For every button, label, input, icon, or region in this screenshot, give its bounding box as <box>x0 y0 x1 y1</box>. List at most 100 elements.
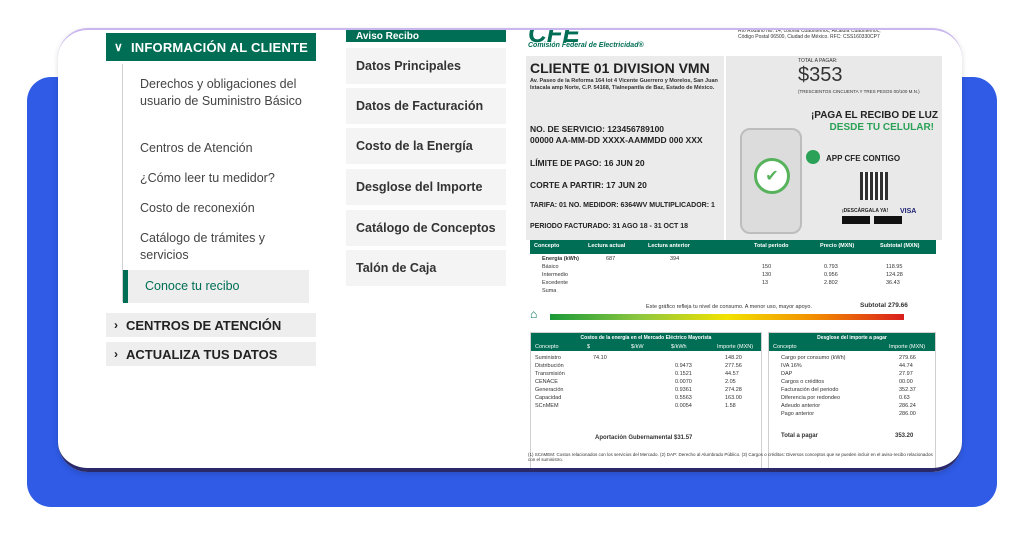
energy-table-header: Concepto Lectura actual Lectura anterior… <box>530 240 936 254</box>
col-subtotal: Subtotal (MXN) <box>880 243 920 249</box>
energy-row-concepto: Excedente <box>542 280 568 286</box>
costos-row-concepto: Suministro <box>535 355 561 361</box>
costos-row-kwh: 0.0070 <box>675 379 692 385</box>
desglose-row-concepto: Adeudo anterior <box>781 403 821 409</box>
visa-logo: VISA <box>900 208 917 215</box>
receipt-footnote: (1) SCnMEM: Costos relacionados con los … <box>528 452 933 462</box>
tab-datos-facturacion[interactable]: Datos de Facturación <box>346 88 506 126</box>
cfe-address: Río Ródano No. 14, colonia Cuauhtémoc, A… <box>738 28 881 40</box>
desglose-row-concepto: Pago anterior <box>781 411 815 417</box>
costos-row-importe: 277.56 <box>725 363 742 369</box>
desglose-col-importe: Importe (MXN) <box>889 344 926 350</box>
tab-datos-principales[interactable]: Datos Principales <box>346 48 506 86</box>
tab-catalogo-conceptos[interactable]: Catálogo de Conceptos <box>346 210 506 248</box>
house-icon: ⌂ <box>530 307 538 321</box>
energy-row-total: 150 <box>762 264 772 270</box>
desglose-row-importe: 44.74 <box>899 363 913 369</box>
desglose-row-concepto: Diferencia por redondeo <box>781 395 841 401</box>
subtotal-value: 279.66 <box>888 302 908 309</box>
col-concepto: Concepto <box>534 243 560 249</box>
desglose-row-importe: 279.66 <box>899 355 916 361</box>
promo-line-1: ¡PAGA EL RECIBO DE LUZ <box>810 110 938 121</box>
section-informacion-cliente[interactable]: ∨ INFORMACIÓN AL CLIENTE <box>106 33 316 61</box>
costos-row-importe: 274.28 <box>725 387 742 393</box>
tab-costo-energia[interactable]: Costo de la Energía <box>346 128 506 166</box>
sidebar-item-leer-medidor[interactable]: ¿Cómo leer tu medidor? <box>140 170 310 187</box>
aportacion-text: Aportación Gubernamental $31.57 <box>595 435 693 441</box>
desglose-row-concepto: Cargos o créditos <box>781 379 825 385</box>
energy-row-total: 130 <box>762 272 772 278</box>
content-card: ∨ INFORMACIÓN AL CLIENTE Derechos y obli… <box>58 28 962 472</box>
col-total-periodo: Total periodo <box>754 243 789 249</box>
sidebar-item-tramites[interactable]: Catálogo de trámites y servicios <box>140 230 310 264</box>
section-label: ACTUALIZA TUS DATOS <box>126 346 278 362</box>
grafico-text: Este gráfico refleja tu nivel de consumo… <box>646 304 813 310</box>
tarifa-medidor: TARIFA: 01 NO. MEDIDOR: 6364WV MULTIPLIC… <box>530 202 715 209</box>
costos-row-concepto: Generación <box>535 387 564 393</box>
desglose-panel: Desglose del importe a pagar Concepto Im… <box>768 332 936 470</box>
periodo-facturado: PERIODO FACTURADO: 31 AGO 18 - 31 OCT 18 <box>530 223 689 230</box>
costos-row-concepto: Transmisión <box>535 371 565 377</box>
energy-row-precio: 2.802 <box>824 280 838 286</box>
client-info-box: CLIENTE 01 DIVISION VMN Av. Paseo de la … <box>526 56 724 240</box>
desglose-header-row: Concepto Importe (MXN) <box>769 343 935 351</box>
energy-row-subtotal: 118.95 <box>886 264 903 270</box>
desglose-row-importe: 286.24 <box>899 403 916 409</box>
chevron-right-icon: › <box>114 347 118 361</box>
desglose-row-concepto: Facturación del periodo <box>781 387 839 393</box>
energy-row-actual: 687 <box>606 256 616 262</box>
costos-row-importe: 44.57 <box>725 371 739 377</box>
costos-row-importe: 148.20 <box>725 355 742 361</box>
energy-row-precio: 0.793 <box>824 264 838 270</box>
col-lectura-actual: Lectura actual <box>588 243 626 249</box>
col-lectura-anterior: Lectura anterior <box>648 243 690 249</box>
total-pagar-label: Total a pagar <box>781 433 818 439</box>
energy-row-concepto: Básico <box>542 264 559 270</box>
costos-row-importe: 1.58 <box>725 403 736 409</box>
descarga-text: ¡DESCÁRGALA YA! <box>842 208 889 214</box>
costos-row-kwh: 0.0054 <box>675 403 692 409</box>
phone-illustration: ✔ <box>740 128 802 234</box>
consumption-gradient-bar <box>550 314 904 320</box>
tab-aviso-recibo[interactable]: Aviso Recibo <box>346 28 506 44</box>
promo-line-2: DESDE TU CELULAR! <box>829 122 934 133</box>
energy-row-subtotal: 36.43 <box>886 280 900 286</box>
costos-row-concepto: Distribución <box>535 363 564 369</box>
costos-row-kwh: 0.9473 <box>675 363 692 369</box>
sidebar-item-conoce-recibo[interactable]: Conoce tu recibo <box>123 270 309 303</box>
sidebar-item-centros[interactable]: Centros de Atención <box>140 140 310 157</box>
corte-fecha: CORTE A PARTIR: 17 JUN 20 <box>530 180 647 190</box>
desglose-row-concepto: DAP <box>781 371 793 377</box>
sidebar-item-reconexion[interactable]: Costo de reconexión <box>140 200 310 217</box>
costos-panel: Costos de la energía en el Mercado Eléct… <box>530 332 762 470</box>
costos-col-concepto: Concepto <box>535 344 559 350</box>
energy-row-precio: 0.956 <box>824 272 838 278</box>
barcode-text: 00000 AA-MM-DD XXXX-AAMMDD 000 XXX <box>530 135 703 145</box>
costos-row-concepto: SCnMEM <box>535 403 559 409</box>
energy-row-anterior: 394 <box>670 256 680 262</box>
tab-desglose-importe[interactable]: Desglose del Importe <box>346 169 506 207</box>
section-label: INFORMACIÓN AL CLIENTE <box>130 39 308 55</box>
total-pagar-value: 353.20 <box>895 433 914 439</box>
section-actualiza-datos[interactable]: › ACTUALIZA TUS DATOS <box>106 342 316 366</box>
desglose-row-importe: 352.37 <box>899 387 916 393</box>
energy-row-concepto: Suma <box>542 288 557 294</box>
costos-row-kwh: 0.1521 <box>675 371 692 377</box>
app-name: APP CFE CONTIGO <box>826 154 901 163</box>
sidebar-item-derechos[interactable]: Derechos y obligaciones del usuario de S… <box>140 76 310 110</box>
costos-row-kwh: 0.5563 <box>675 395 692 401</box>
chevron-down-icon: ∨ <box>114 40 123 54</box>
costos-row-pesos: 74.10 <box>593 355 607 361</box>
qr-code-icon <box>860 172 888 200</box>
desglose-row-importe: 0.63 <box>899 395 910 401</box>
client-address: Av. Paseo de la Reforma 164 lot 4 Vicent… <box>530 78 718 91</box>
costos-col-kw: $/kW <box>631 344 644 350</box>
desglose-col-concepto: Concepto <box>773 344 797 350</box>
tab-talon-caja[interactable]: Talón de Caja <box>346 250 506 288</box>
desglose-row-importe: 286.00 <box>899 411 916 417</box>
section-centros-atencion[interactable]: › CENTROS DE ATENCIÓN <box>106 313 316 337</box>
costos-col-importe: Importe (MXN) <box>717 344 754 350</box>
costos-row-concepto: CENACE <box>535 379 558 385</box>
costos-header-row: Concepto $ $/kW $/kWh Importe (MXN) <box>531 343 761 351</box>
costos-row-kwh: 0.9361 <box>675 387 692 393</box>
